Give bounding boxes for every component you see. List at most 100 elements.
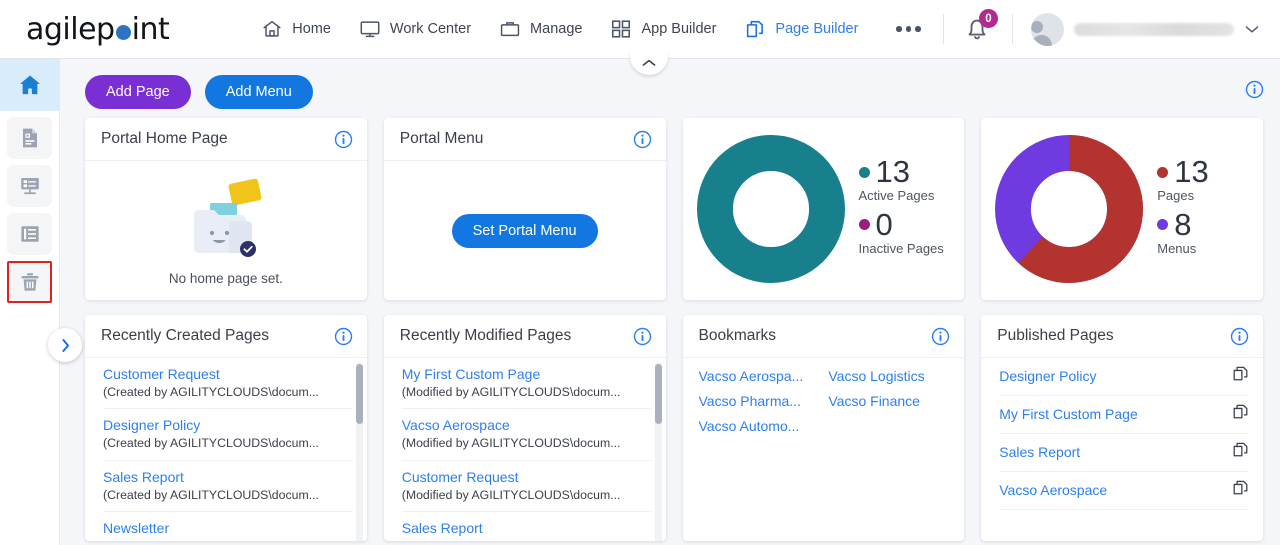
- logo-text-part1: agilep: [26, 11, 115, 47]
- card-body: Set Portal Menu: [384, 161, 666, 300]
- card-recently-modified-pages: Recently Modified Pages My First Custom …: [383, 315, 666, 541]
- sidebar-item-reports[interactable]: [7, 213, 52, 255]
- add-menu-button[interactable]: Add Menu: [204, 75, 313, 109]
- expand-sidebar-button[interactable]: [48, 328, 82, 362]
- copy-icon[interactable]: [1232, 441, 1249, 463]
- page-link[interactable]: Sales Report: [103, 468, 319, 487]
- sidebar-item-forms[interactable]: [7, 165, 52, 207]
- page-link[interactable]: Customer Request: [103, 365, 319, 384]
- page-link[interactable]: Designer Policy: [999, 367, 1096, 386]
- avatar: [1031, 12, 1064, 46]
- add-page-button[interactable]: Add Page: [85, 75, 191, 109]
- page-link[interactable]: Designer Policy: [103, 416, 319, 435]
- list-item[interactable]: Sales Report (Modified by AGILITYCLOUDS\…: [402, 512, 652, 541]
- list-item[interactable]: Sales Report: [999, 434, 1249, 472]
- copy-icon[interactable]: [1232, 365, 1249, 387]
- sidebar-item-home[interactable]: [0, 59, 60, 111]
- form-icon: [20, 178, 39, 195]
- nav-item-app-builder[interactable]: App Builder: [610, 18, 716, 40]
- nav-item-home[interactable]: Home: [261, 18, 331, 40]
- page-link[interactable]: My First Custom Page: [402, 365, 621, 384]
- user-menu[interactable]: [1031, 12, 1260, 46]
- card-header: Portal Home Page: [85, 118, 367, 161]
- nav-item-work-center[interactable]: Work Center: [359, 18, 471, 40]
- logo-dot-icon: [115, 24, 131, 40]
- page-link[interactable]: Customer Request: [402, 468, 621, 487]
- top-right-controls: 0: [943, 9, 1260, 46]
- action-toolbar: Add Page Add Menu: [60, 59, 1280, 109]
- bookmark-link[interactable]: Vacso Pharma...: [699, 393, 821, 409]
- list-item[interactable]: Customer Request (Created by AGILITYCLOU…: [103, 358, 353, 410]
- trash-icon: [21, 273, 38, 291]
- donut-chart-pages-status: 13 Active Pages 0 Inactive Pages: [683, 118, 965, 300]
- card-title: Recently Modified Pages: [399, 327, 572, 344]
- notifications-button[interactable]: 0: [962, 9, 998, 45]
- legend-label: Inactive Pages: [858, 240, 944, 256]
- legend-color-swatch: [1157, 219, 1169, 231]
- page-info-icon[interactable]: [1245, 80, 1264, 99]
- info-icon[interactable]: [334, 327, 353, 346]
- donut-chart-svg: [995, 135, 1144, 283]
- card-header: Recently Created Pages: [85, 315, 367, 358]
- set-portal-menu-button[interactable]: Set Portal Menu: [451, 213, 598, 248]
- legend-value: 8: [1174, 207, 1192, 242]
- page-meta: (Modified by AGILITYCLOUDS\docum...: [401, 487, 621, 502]
- page-meta: (Modified by AGILITYCLOUDS\docum...: [402, 538, 621, 541]
- info-icon[interactable]: [931, 327, 950, 346]
- list-item[interactable]: Vacso Aerospace (Modified by AGILITYCLOU…: [401, 409, 652, 461]
- scrollbar-thumb[interactable]: [654, 364, 662, 424]
- copy-icon[interactable]: [1232, 479, 1249, 501]
- sidebar-item-recycle-bin[interactable]: [7, 261, 52, 303]
- card-title: Portal Menu: [399, 130, 484, 147]
- info-icon[interactable]: [334, 130, 353, 149]
- page-link[interactable]: Vacso Aerospace: [999, 481, 1107, 500]
- bookmark-link[interactable]: Vacso Finance: [828, 393, 950, 409]
- list-item[interactable]: Designer Policy: [999, 358, 1249, 396]
- nav-label-manage: Manage: [530, 21, 583, 37]
- agilepoint-logo[interactable]: agilep int: [26, 11, 170, 47]
- list-item[interactable]: Newsletter (Created by AGILITYCLOUDS\doc…: [103, 512, 353, 541]
- card-body: My First Custom Page (Modified by AGILIT…: [384, 358, 666, 541]
- user-name-redacted: [1074, 22, 1234, 36]
- nav-label-page-builder: Page Builder: [775, 21, 859, 37]
- more-options-icon[interactable]: [896, 26, 921, 32]
- list-item[interactable]: Sales Report (Created by AGILITYCLOUDS\d…: [103, 461, 353, 513]
- scrollbar-thumb[interactable]: [355, 364, 363, 424]
- legend-label: Active Pages: [858, 188, 935, 203]
- list-item[interactable]: Designer Policy (Created by AGILITYCLOUD…: [103, 409, 353, 461]
- card-portal-home-page: Portal Home Page No home page set.: [85, 118, 367, 300]
- card-body: Vacso Aerospa... Vacso Logistics Vacso P…: [683, 358, 965, 541]
- info-icon[interactable]: [633, 327, 652, 346]
- bookmark-link[interactable]: Vacso Aerospa...: [699, 368, 821, 384]
- bookmark-link[interactable]: Vacso Automo...: [699, 418, 821, 434]
- chevron-down-icon: [1245, 26, 1259, 33]
- page-link[interactable]: My First Custom Page: [999, 405, 1137, 424]
- nav-item-page-builder[interactable]: Page Builder: [744, 18, 858, 40]
- page-meta: (Created by AGILITYCLOUDS\docum...: [103, 487, 319, 502]
- sidebar-item-pages[interactable]: [7, 117, 52, 159]
- nav-item-manage[interactable]: Manage: [499, 18, 582, 40]
- card-body: Customer Request (Created by AGILITYCLOU…: [85, 358, 367, 541]
- list-item[interactable]: My First Custom Page: [999, 396, 1249, 434]
- info-icon[interactable]: [633, 130, 652, 149]
- list-item[interactable]: My First Custom Page (Modified by AGILIT…: [401, 358, 652, 410]
- list-icon: [20, 226, 39, 242]
- page-link[interactable]: Vacso Aerospace: [402, 416, 621, 435]
- info-icon[interactable]: [1230, 327, 1249, 346]
- home-filled-icon: [20, 75, 40, 95]
- card-header: Recently Modified Pages: [383, 315, 666, 358]
- page-link[interactable]: Sales Report: [999, 443, 1080, 462]
- list-item[interactable]: Vacso Aerospace: [999, 472, 1249, 510]
- page-meta: (Created by AGILITYCLOUDS\docum...: [103, 538, 319, 541]
- card-portal-menu: Portal Menu Set Portal Menu: [383, 118, 666, 300]
- list-item[interactable]: Customer Request (Modified by AGILITYCLO…: [401, 461, 652, 513]
- home-icon: [261, 18, 283, 40]
- legend-label: Menus: [1157, 240, 1197, 256]
- logo-text: agilep int: [26, 11, 170, 47]
- bookmark-link[interactable]: Vacso Logistics: [828, 368, 950, 384]
- page-link[interactable]: Sales Report: [402, 519, 621, 538]
- legend-entry: 0: [858, 209, 944, 241]
- copy-icon[interactable]: [1232, 403, 1249, 425]
- left-sidebar: [0, 59, 60, 545]
- page-link[interactable]: Newsletter: [103, 519, 319, 538]
